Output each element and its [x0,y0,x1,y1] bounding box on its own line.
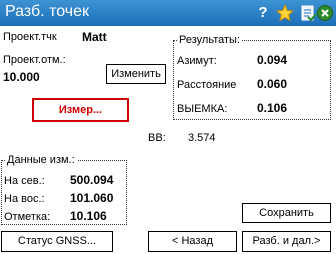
project-file-value: Matt [82,30,107,44]
project-elevation-value: 10.000 [3,70,40,84]
help-icon[interactable]: ? [254,4,272,22]
cut-value: 0.106 [257,101,288,115]
document-icon[interactable] [299,4,317,22]
stake-and-next-button[interactable]: Разб. и дал.> [242,231,331,252]
title-bar: Разб. точек ? [0,0,336,26]
north-label: На сев.: [4,175,45,187]
east-value: 101.060 [70,191,114,205]
azimuth-value: 0.094 [257,53,288,67]
project-elevation-label: Проект.отм.: [3,54,66,66]
project-file-label: Проект.тчк [3,31,57,43]
bb-value: 3.574 [188,132,216,144]
bb-label: BB: [148,132,166,144]
window-title: Разб. точек [5,3,89,20]
close-icon[interactable] [317,5,333,21]
back-button[interactable]: < Назад [148,231,237,252]
measured-data-legend: Данные изм.: [5,154,77,166]
north-value: 500.094 [70,173,114,187]
favorite-star-icon[interactable] [275,3,295,22]
gnss-status-button[interactable]: Статус GNSS... [1,231,113,252]
change-button[interactable]: Изменить [106,64,166,84]
cut-label: ВЫЕМКА: [177,103,228,115]
results-legend: Результаты: [177,34,242,46]
azimuth-label: Азимут: [177,55,217,67]
distance-label: Расстояние [177,79,237,91]
elevation-value: 10.106 [70,209,107,223]
measure-button[interactable]: Измер... [32,98,129,122]
distance-value: 0.060 [257,77,288,91]
save-button[interactable]: Сохранить [242,203,331,223]
elevation-label: Отметка: [4,211,51,223]
east-label: На вос.: [4,193,45,205]
